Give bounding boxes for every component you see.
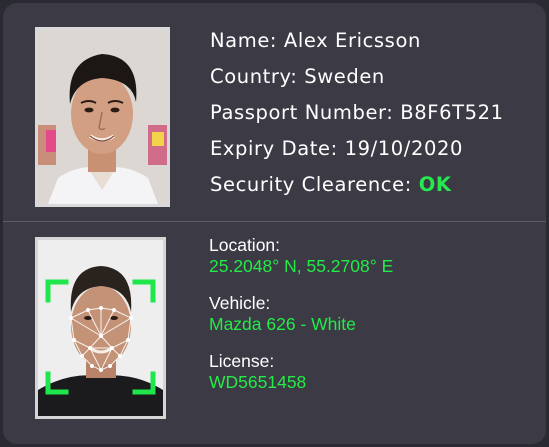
security-status-badge: OK (418, 173, 452, 196)
passport-photo (35, 27, 170, 207)
license-value: WD5651458 (209, 372, 307, 392)
section-divider (3, 221, 546, 222)
vehicle-value: Mazda 626 - White (209, 314, 356, 334)
identity-card: Name: Alex Ericsson Country: Sweden Pass… (3, 3, 546, 444)
vehicle-label: Vehicle: (209, 293, 271, 313)
license-label: License: (209, 351, 275, 371)
location-value: 25.2048° N, 55.2708° E (209, 256, 394, 276)
location-label: Location: (209, 235, 281, 255)
passport-number-text: Passport Number: B8F6T521 (210, 101, 504, 124)
face-scan-photo (35, 237, 166, 419)
passport-info: Name: Alex Ericsson Country: Sweden Pass… (210, 27, 504, 207)
security-clearance-row: Security Clearence: OK (210, 171, 504, 207)
country-text: Country: Sweden (210, 65, 385, 88)
subject-details: Location: 25.2048° N, 55.2708° E Vehicle… (209, 235, 393, 409)
security-clearance-label: Security Clearence: (210, 173, 412, 196)
name-text: Name: Alex Ericsson (210, 29, 421, 52)
expiry-date-text: Expiry Date: 19/10/2020 (210, 137, 463, 160)
